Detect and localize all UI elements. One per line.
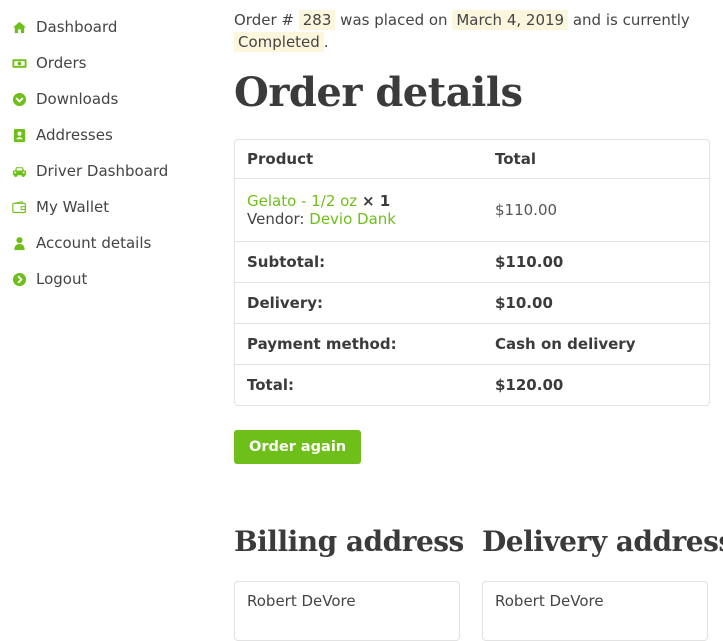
- delivery-value: $10.00: [483, 282, 709, 323]
- order-number: 283: [298, 10, 336, 30]
- delivery-label: Delivery:: [235, 282, 483, 323]
- download-circle-icon: [11, 91, 27, 107]
- vendor-label: Vendor:: [247, 210, 305, 228]
- status-suffix: and is currently: [572, 11, 690, 29]
- wallet-icon: [11, 199, 27, 215]
- nav-item-orders[interactable]: Orders: [11, 45, 211, 81]
- order-again-button[interactable]: Order again: [234, 430, 362, 464]
- nav-label-dashboard: Dashboard: [36, 18, 118, 36]
- delivery-address-title: Delivery address: [482, 525, 723, 558]
- delivery-address-box: Robert DeVore: [482, 581, 708, 641]
- table-row-delivery: Delivery: $10.00: [235, 282, 709, 323]
- order-details-table: Product Total Gelato - 1/2 oz × 1 Vendor…: [234, 139, 710, 406]
- user-icon: [11, 235, 27, 251]
- car-icon: [11, 163, 27, 179]
- item-total: $110.00: [483, 178, 709, 241]
- subtotal-value: $110.00: [483, 241, 709, 282]
- order-status-line: Order # 283 was placed on March 4, 2019 …: [234, 9, 712, 53]
- money-icon: [11, 55, 27, 71]
- table-header-row: Product Total: [235, 140, 709, 178]
- delivery-name: Robert DeVore: [495, 592, 604, 610]
- billing-address-box: Robert DeVore: [234, 581, 460, 641]
- nav-label-logout: Logout: [36, 270, 88, 288]
- payment-method-label: Payment method:: [235, 323, 483, 364]
- product-quantity: × 1: [361, 192, 391, 210]
- nav-item-downloads[interactable]: Downloads: [11, 81, 211, 117]
- nav-item-addresses[interactable]: Addresses: [11, 117, 211, 153]
- table-row-payment-method: Payment method: Cash on delivery: [235, 323, 709, 364]
- address-book-icon: [11, 127, 27, 143]
- status-prefix: Order #: [234, 11, 294, 29]
- product-link[interactable]: Gelato - 1/2 oz: [247, 192, 357, 210]
- table-row-subtotal: Subtotal: $110.00: [235, 241, 709, 282]
- table-row-total: Total: $120.00: [235, 364, 709, 405]
- nav-label-my-wallet: My Wallet: [36, 198, 110, 216]
- status-mid: was placed on: [340, 11, 448, 29]
- order-state: Completed: [234, 32, 324, 52]
- subtotal-label: Subtotal:: [235, 241, 483, 282]
- nav-label-driver-dashboard: Driver Dashboard: [36, 162, 169, 180]
- page-title: Order details: [234, 69, 523, 116]
- nav-label-account-details: Account details: [36, 234, 152, 252]
- total-value: $120.00: [483, 364, 709, 405]
- nav-item-my-wallet[interactable]: My Wallet: [11, 189, 211, 225]
- column-header-product: Product: [247, 150, 314, 168]
- vendor-link[interactable]: Devio Dank: [309, 210, 396, 228]
- product-cell: Gelato - 1/2 oz × 1 Vendor: Devio Dank: [235, 178, 483, 241]
- total-label: Total:: [235, 364, 483, 405]
- account-navigation: Dashboard Orders Downloads Addresses Dri…: [11, 9, 211, 297]
- nav-label-downloads: Downloads: [36, 90, 119, 108]
- payment-method-value: Cash on delivery: [483, 323, 709, 364]
- nav-item-driver-dashboard[interactable]: Driver Dashboard: [11, 153, 211, 189]
- nav-label-addresses: Addresses: [36, 126, 113, 144]
- nav-item-logout[interactable]: Logout: [11, 261, 211, 297]
- billing-address-title: Billing address: [234, 525, 464, 558]
- column-header-total: Total: [495, 150, 536, 168]
- home-icon: [11, 19, 27, 35]
- billing-name: Robert DeVore: [247, 592, 356, 610]
- logout-circle-icon: [11, 271, 27, 287]
- table-row-item: Gelato - 1/2 oz × 1 Vendor: Devio Dank $…: [235, 178, 709, 241]
- nav-label-orders: Orders: [36, 54, 87, 72]
- main-content: Order # 283 was placed on March 4, 2019 …: [234, 0, 723, 641]
- nav-item-account-details[interactable]: Account details: [11, 225, 211, 261]
- status-end: .: [323, 33, 329, 51]
- nav-item-dashboard[interactable]: Dashboard: [11, 9, 211, 45]
- order-date: March 4, 2019: [452, 10, 569, 30]
